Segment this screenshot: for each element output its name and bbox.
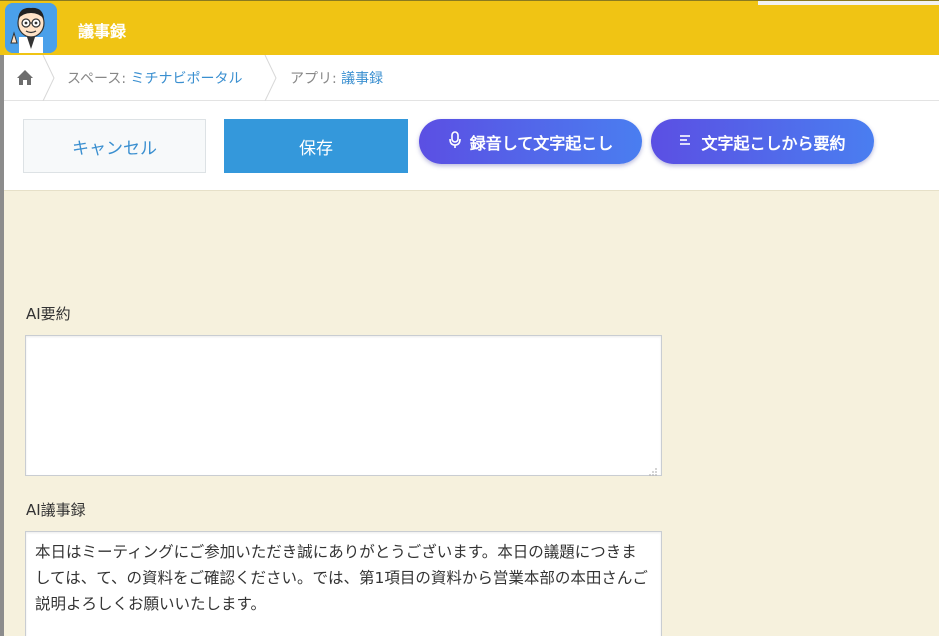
breadcrumb-app-link[interactable]: 議事録 bbox=[341, 71, 383, 87]
breadcrumb-space-link[interactable]: ミチナビポータル bbox=[131, 71, 243, 87]
breadcrumb-separator bbox=[42, 54, 56, 102]
summarize-transcript-button[interactable]: 文字起こしから要約 bbox=[651, 119, 874, 164]
cartoon-avatar-icon[interactable] bbox=[5, 3, 57, 53]
save-button[interactable]: 保存 bbox=[224, 119, 408, 173]
breadcrumb-separator bbox=[264, 54, 278, 102]
app-title: 議事録 bbox=[78, 22, 127, 41]
action-toolbar: キャンセル 保存 録音して文字起こし 文字起こしから要約 bbox=[4, 101, 939, 191]
microphone-icon bbox=[448, 130, 462, 153]
breadcrumb-app-prefix: アプリ: bbox=[290, 71, 342, 87]
resize-grip-icon[interactable] bbox=[648, 462, 658, 476]
home-icon[interactable] bbox=[14, 67, 36, 89]
breadcrumb: スペース: ミチナビポータル アプリ: 議事録 bbox=[4, 54, 939, 102]
ai-summary-textarea[interactable] bbox=[25, 335, 662, 476]
ai-summary-label: AI要約 bbox=[26, 305, 71, 323]
ai-minutes-label: AI議事録 bbox=[26, 501, 86, 519]
header-notch bbox=[758, 1, 939, 5]
breadcrumb-space-prefix: スペース: bbox=[67, 71, 131, 87]
app-header: 議事録 bbox=[0, 0, 939, 55]
breadcrumb-app[interactable]: アプリ: 議事録 bbox=[290, 68, 383, 88]
breadcrumb-space[interactable]: スペース: ミチナビポータル bbox=[67, 68, 243, 88]
cancel-button[interactable]: キャンセル bbox=[23, 119, 206, 173]
text-lines-icon bbox=[679, 132, 693, 151]
record-transcribe-label: 録音して文字起こし bbox=[469, 133, 614, 153]
summarize-transcript-label: 文字起こしから要約 bbox=[701, 133, 846, 153]
record-transcribe-button[interactable]: 録音して文字起こし bbox=[419, 119, 642, 164]
ai-minutes-textarea[interactable]: 本日はミーティングにご参加いただき誠にありがとうございます。本日の議題につきまし… bbox=[25, 531, 662, 636]
